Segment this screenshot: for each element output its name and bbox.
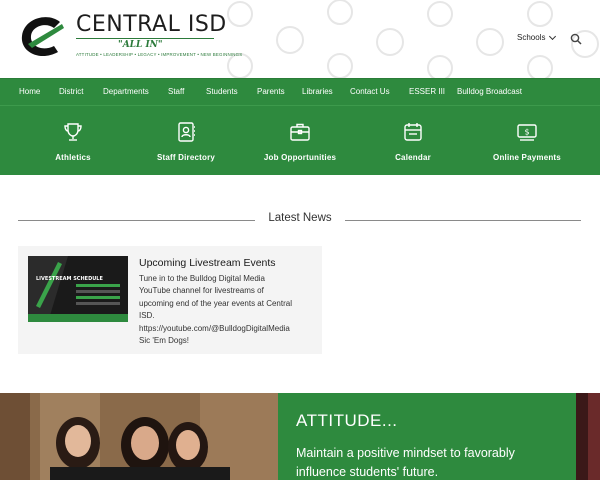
news-card[interactable]: LIVESTREAM SCHEDULE Upcoming Livestream …	[18, 246, 322, 354]
quick-link-label: Online Payments	[493, 153, 561, 162]
main-nav: Home District Departments Staff Students…	[0, 78, 600, 105]
calendar-icon	[404, 123, 422, 141]
schools-label: Schools	[517, 33, 546, 42]
brand-slogan: "ALL IN"	[118, 40, 163, 50]
brand-divider	[76, 38, 214, 39]
contact-book-icon	[178, 122, 195, 142]
nav-esser-iii[interactable]: ESSER III	[409, 87, 445, 96]
nav-parents[interactable]: Parents	[257, 87, 285, 96]
section-title: Latest News	[268, 212, 332, 224]
quick-link-label: Job Opportunities	[263, 153, 337, 162]
news-line: Sic 'Em Dogs!	[139, 336, 189, 346]
news-line: ISD.	[139, 311, 155, 321]
quick-links: Athletics Staff Directory Job Opportunit…	[0, 105, 600, 175]
nav-staff[interactable]: Staff	[168, 87, 184, 96]
brand-values: ATTITUDE • LEADERSHIP • LEGACY • IMPROVE…	[76, 52, 243, 57]
search-icon[interactable]	[570, 33, 582, 45]
nav-contact-us[interactable]: Contact Us	[350, 87, 390, 96]
news-line: upcoming end of the year events at Centr…	[139, 298, 292, 308]
nav-district[interactable]: District	[59, 87, 83, 96]
svg-text:$: $	[524, 128, 529, 137]
news-card-title[interactable]: Upcoming Livestream Events	[139, 257, 276, 269]
feature-text: Maintain a positive mindset to favorably…	[296, 446, 515, 479]
nav-departments[interactable]: Departments	[103, 87, 149, 96]
nav-students[interactable]: Students	[206, 87, 238, 96]
quick-link-online-payments[interactable]: $ Online Payments	[486, 106, 568, 176]
trophy-icon	[64, 123, 82, 141]
quick-link-job-opportunities[interactable]: Job Opportunities	[259, 106, 341, 176]
news-link[interactable]: https://youtube.com/@BulldogDigitalMedia	[139, 323, 317, 335]
news-thumbnail: LIVESTREAM SCHEDULE	[28, 256, 128, 322]
quick-link-staff-directory[interactable]: Staff Directory	[146, 106, 226, 176]
quick-link-label: Calendar	[395, 153, 431, 162]
news-line: YouTube channel for livestreams of	[139, 286, 264, 296]
news-card-body: Tune in to the Bulldog Digital Media You…	[139, 273, 317, 347]
thumbnail-title: LIVESTREAM SCHEDULE	[36, 276, 103, 282]
briefcase-icon	[290, 123, 310, 141]
next-slide-photo	[576, 393, 600, 480]
nav-bulldog-broadcast[interactable]: Bulldog Broadcast	[457, 87, 522, 96]
quick-link-athletics[interactable]: Athletics	[33, 106, 113, 176]
quick-link-label: Athletics	[55, 153, 91, 162]
nav-home[interactable]: Home	[19, 87, 40, 96]
feature-heading: ATTITUDE...	[296, 411, 398, 430]
latest-news-header: Latest News	[18, 212, 581, 228]
quick-link-label: Staff Directory	[156, 153, 216, 162]
divider	[18, 220, 255, 221]
brand-name: CENTRAL ISD	[76, 12, 227, 37]
c-logo-icon[interactable]	[18, 14, 70, 60]
students-photo	[0, 393, 278, 480]
payment-icon: $	[517, 124, 537, 141]
news-line: Tune in to the Bulldog Digital Media	[139, 274, 265, 283]
chevron-down-icon	[549, 32, 557, 40]
nav-libraries[interactable]: Libraries	[302, 87, 333, 96]
site-header: CENTRAL ISD "ALL IN" ATTITUDE • LEADERSH…	[0, 0, 600, 78]
quick-link-calendar[interactable]: Calendar	[373, 106, 453, 176]
values-feature: ATTITUDE... Maintain a positive mindset …	[278, 393, 576, 480]
divider	[345, 220, 581, 221]
schools-dropdown[interactable]: Schools	[517, 32, 557, 42]
